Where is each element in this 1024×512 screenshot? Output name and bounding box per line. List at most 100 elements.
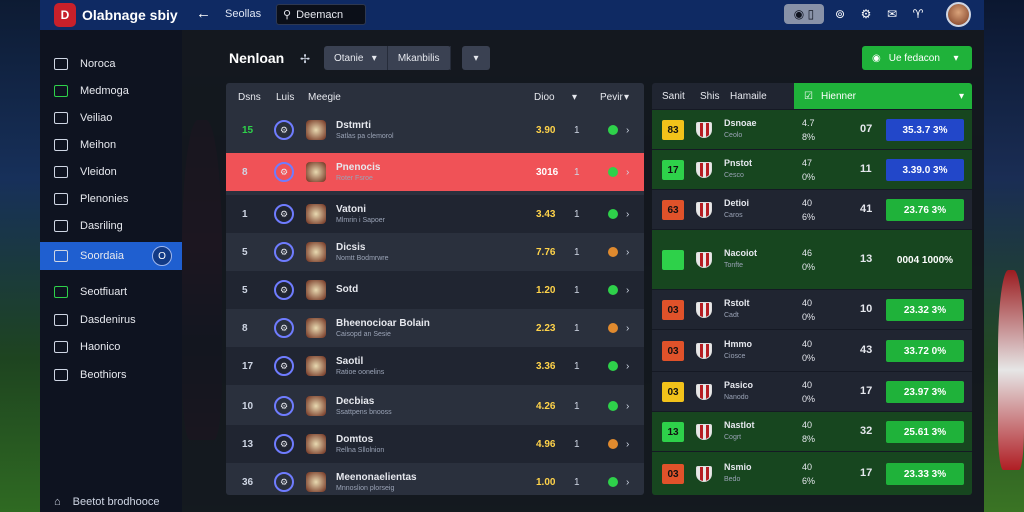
odds-value[interactable]: 3.43	[536, 195, 555, 233]
chevron-down-icon[interactable]: ▾	[462, 46, 490, 70]
league-icon: ⚙	[274, 318, 294, 338]
table-row[interactable]: 63 Detioi Caros 40 6% 41 23.76 3%	[652, 189, 972, 229]
sidebar-footer[interactable]: ⌂ Beetot brodhooce	[54, 496, 160, 508]
chevron-right-icon[interactable]: ›	[626, 111, 629, 149]
team-sub: Tonfte	[724, 262, 744, 269]
odds-value[interactable]: 2.23	[536, 309, 555, 347]
rank-badge: 03	[662, 464, 684, 484]
odds-value[interactable]: 3.90	[536, 111, 555, 149]
sparkle-icon[interactable]: ✢	[300, 52, 310, 66]
chevron-right-icon[interactable]: ›	[626, 347, 629, 385]
chevron-right-icon[interactable]: ›	[626, 425, 629, 463]
bell-icon[interactable]: ✉	[882, 4, 902, 24]
match-sub: Mlmrin i Sapoer	[336, 217, 386, 224]
stat-b: 6%	[802, 212, 816, 222]
odds-value[interactable]: 3016	[536, 153, 558, 191]
table-row[interactable]: 03 Nsmio Bedo 40 6% 17 23.33 3%	[652, 451, 972, 495]
sidebar-item-3[interactable]: Meihon	[40, 131, 182, 159]
league-icon: ⚙	[274, 280, 294, 300]
table-row[interactable]: 17 Pnstot Cesco 47 0% 11 3.39.0 3%	[652, 149, 972, 189]
chevron-down-icon[interactable]: ▾	[624, 92, 629, 103]
search-input[interactable]: ⚲ Deemacn	[276, 4, 366, 25]
sidebar-item-0[interactable]: Noroca	[40, 50, 182, 78]
percentage-badge[interactable]: 3.39.0 3%	[886, 159, 964, 181]
filter-dropdown-2[interactable]: Mkanbilis	[388, 46, 451, 70]
gear-icon[interactable]: ⚙	[856, 4, 876, 24]
sidebar-item-8[interactable]: Seotfiuart	[40, 278, 182, 306]
table-row[interactable]: 5 ⚙ Dicsis Nomtt Bodmrwre 7.76 1 ›	[226, 233, 644, 271]
chevron-right-icon[interactable]: ›	[626, 387, 629, 425]
table-row[interactable]: 36 ⚙ Meenonaelientas Mnnoslion plorseig 1.00…	[226, 463, 644, 495]
filter-dropdown-1[interactable]: Otanie ▾	[324, 46, 388, 70]
stat-a: 40	[802, 198, 813, 208]
sidebar-item-6[interactable]: Dasriling	[40, 212, 182, 240]
table-row[interactable]: 8 ⚙ Pnenocis Roter Fsroe 3016 1 ›	[226, 153, 644, 191]
percentage-badge[interactable]: 0004 1000%	[886, 249, 964, 271]
sidebar-item-7[interactable]: Soordaia O	[40, 242, 182, 270]
team-sub: Cesco	[724, 172, 744, 179]
sidebar-item-4[interactable]: Vleidon	[40, 158, 182, 186]
score: 07	[860, 123, 873, 135]
percentage-badge[interactable]: 23.76 3%	[886, 199, 964, 221]
sidebar-item-9[interactable]: Dasdenirus	[40, 306, 182, 334]
table-row[interactable]: 03 Rstolt Cadt 40 0% 10 23.32 3%	[652, 289, 972, 329]
table-row[interactable]: 15 ⚙ Dstmrti Satlas pa clemorol 3.90 1 ›	[226, 111, 644, 149]
table-row[interactable]: 17 ⚙ Saotil Ratioe oonelins 3.36 1 ›	[226, 347, 644, 385]
percentage-badge[interactable]: 23.97 3%	[886, 381, 964, 403]
table-row[interactable]: 13 Nastlot Cogrt 40 8% 32 25.61 3%	[652, 411, 972, 451]
team-icon	[306, 280, 326, 300]
percentage-badge[interactable]: 35.3.7 3%	[886, 119, 964, 141]
star-icon[interactable]: ⊚	[830, 4, 850, 24]
percentage-badge[interactable]: 23.32 3%	[886, 299, 964, 321]
chevron-right-icon[interactable]: ›	[626, 153, 629, 191]
toggle-icon[interactable]: ◉ ▯	[784, 4, 824, 24]
table-row[interactable]: 1 ⚙ Vatoni Mlmrin i Sapoer 3.43 1 ›	[226, 195, 644, 233]
table-row[interactable]: 03 Hmmo Ciosce 40 0% 43 33.72 0%	[652, 329, 972, 371]
sidebar-item-5[interactable]: Plenonies	[40, 185, 182, 213]
app-logo[interactable]: D	[54, 3, 76, 27]
tab-winner[interactable]: ☑ Hienner ▾	[794, 83, 972, 109]
sidebar-item-1[interactable]: Medmoga	[40, 77, 182, 105]
sidebar-item-11[interactable]: Beothiors	[40, 361, 182, 389]
percentage-badge[interactable]: 33.72 0%	[886, 340, 964, 362]
odds-value[interactable]: 1.20	[536, 271, 555, 309]
team-sub: Bedo	[724, 476, 741, 483]
percentage-badge[interactable]: 23.33 3%	[886, 463, 964, 485]
sidebar-item-10[interactable]: Haonico	[40, 333, 182, 361]
sort-icon[interactable]: ▾	[572, 92, 577, 103]
status-dot-icon	[608, 323, 618, 333]
stadium-background-left	[0, 0, 40, 512]
row-number: 17	[242, 360, 254, 372]
team-name: Nsmio	[724, 462, 752, 472]
search-icon: ⚲	[283, 9, 292, 21]
chevron-right-icon[interactable]: ›	[626, 233, 629, 271]
chevron-right-icon[interactable]: ›	[626, 309, 629, 347]
chevron-right-icon[interactable]: ›	[626, 195, 629, 233]
odds-value[interactable]: 4.26	[536, 387, 555, 425]
score: 17	[860, 467, 873, 479]
chevron-right-icon[interactable]: ›	[626, 271, 629, 309]
table-row[interactable]: Nacoiot Tonfte 46 0% 13 0004 1000%	[652, 229, 972, 289]
rank-badge: 17	[662, 160, 684, 180]
chevron-right-icon[interactable]: ›	[626, 463, 629, 495]
odds-value[interactable]: 1.00	[536, 463, 555, 495]
odds-value[interactable]: 3.36	[536, 347, 555, 385]
team-name: Nacoiot	[724, 248, 758, 258]
table-row[interactable]: 8 ⚙ Bheenocioar Bolain Caisopd an Sesie 2.23…	[226, 309, 644, 347]
table-row[interactable]: 03 Pasico Nanodo 40 0% 17 23.97 3%	[652, 371, 972, 411]
odds-value[interactable]: 7.76	[536, 233, 555, 271]
back-arrow-icon[interactable]: ←	[196, 5, 211, 22]
percentage-badge[interactable]: 25.61 3%	[886, 421, 964, 443]
rank-badge: 03	[662, 382, 684, 402]
club-shield-icon	[696, 384, 712, 400]
sidebar-item-2[interactable]: Veiliao	[40, 104, 182, 132]
table-row[interactable]: 10 ⚙ Decbias Ssattpens bnooss 4.26 1 ›	[226, 387, 644, 425]
table-row[interactable]: 13 ⚙ Domtos Rellna Sllolnion 4.96 1 ›	[226, 425, 644, 463]
table-row[interactable]: 83 Dsnoae Ceolo 4.7 8% 07 35.3.7 3%	[652, 109, 972, 149]
results-header: Sanit Shis Hamaile ☑ Hienner ▾	[652, 83, 972, 109]
trophy-icon[interactable]: ♈	[908, 4, 928, 24]
odds-value[interactable]: 4.96	[536, 425, 555, 463]
avatar[interactable]	[946, 2, 971, 27]
table-row[interactable]: 5 ⚙ Sotd 1.20 1 ›	[226, 271, 644, 309]
primary-action-button[interactable]: ◉ Ue fedacon ▾	[862, 46, 972, 70]
